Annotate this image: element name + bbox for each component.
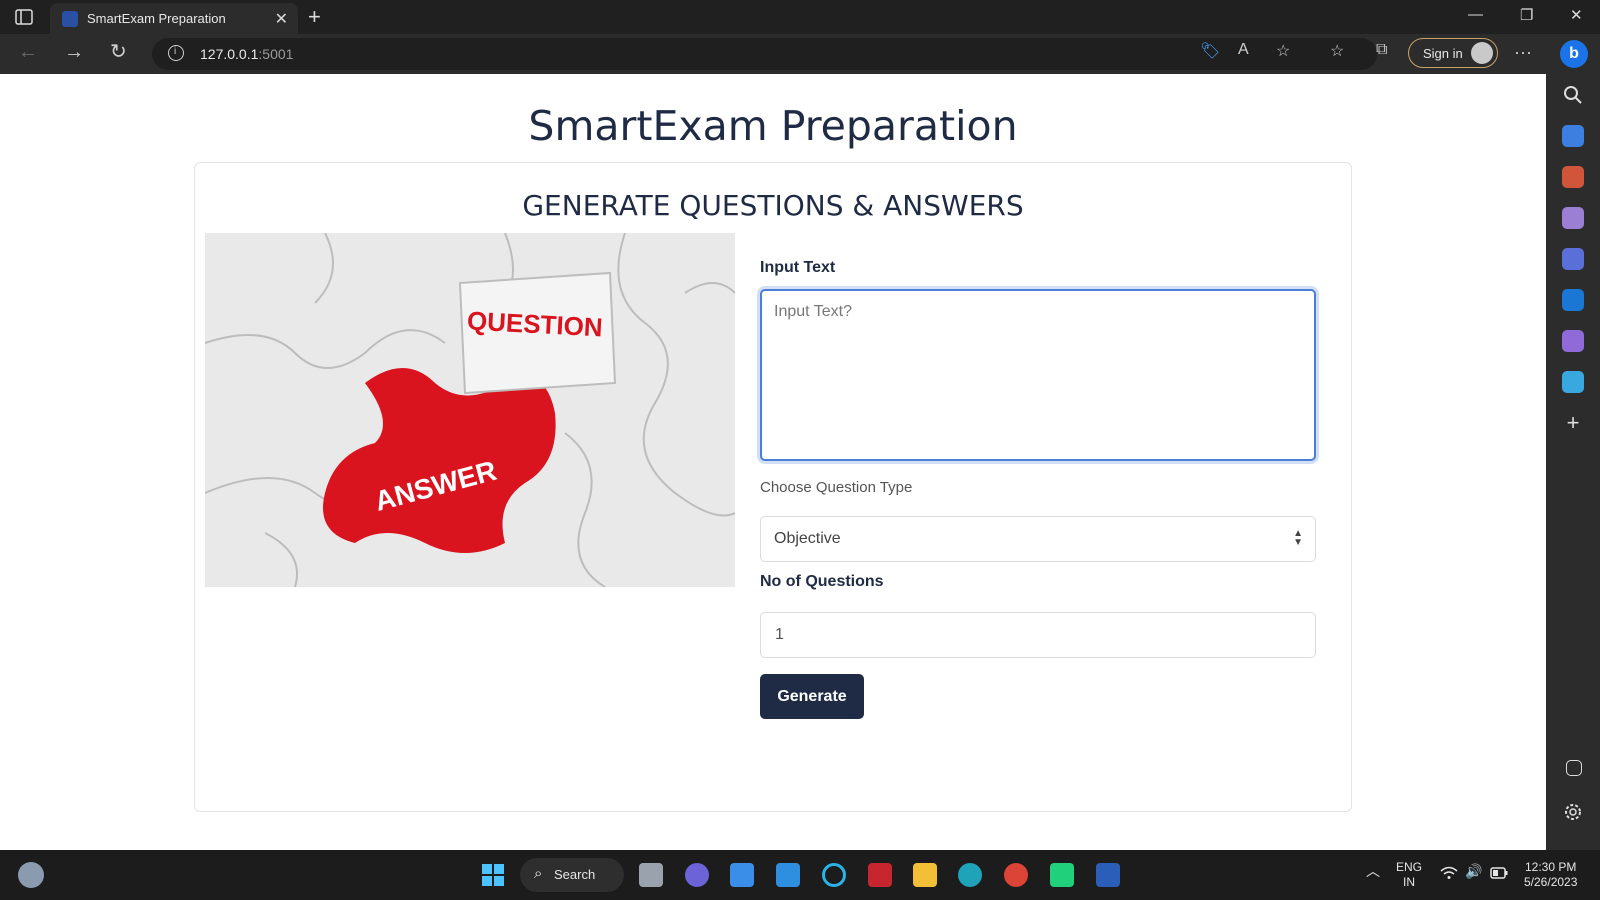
generate-button[interactable]: Generate (760, 674, 864, 719)
browser-sidebar: + (1546, 74, 1600, 850)
outlook-icon[interactable] (1562, 289, 1584, 311)
copilot-icon[interactable] (1562, 248, 1584, 270)
bing-copilot-icon[interactable]: b (1560, 40, 1588, 68)
back-button[interactable]: ← (18, 42, 38, 62)
refresh-button[interactable]: ↻ (110, 42, 127, 62)
toolbox-icon[interactable] (1562, 166, 1584, 188)
taskbar-search[interactable]: ⌕ Search (520, 858, 624, 892)
sign-in-label: Sign in (1423, 46, 1463, 61)
l-app-icon[interactable] (776, 863, 800, 887)
clock[interactable]: 12:30 PM 5/26/2023 (1524, 860, 1577, 890)
collections-icon[interactable]: ⧉ (1376, 41, 1387, 59)
question-type-select[interactable]: Objective ▲ ▼ (760, 516, 1316, 562)
input-text-area[interactable] (760, 289, 1316, 461)
battery-icon[interactable] (1490, 867, 1508, 883)
add-icon[interactable]: + (1562, 412, 1584, 434)
tag-icon[interactable] (1562, 125, 1584, 147)
page-title: SmartExam Preparation (528, 102, 1018, 150)
card-title: GENERATE QUESTIONS & ANSWERS (522, 189, 1024, 222)
settings-icon[interactable] (1562, 801, 1584, 823)
shopping-tag-icon[interactable]: 🏷 (1200, 41, 1220, 61)
site-favicon-icon (62, 11, 78, 27)
microsoft-store-icon[interactable] (730, 863, 754, 887)
page-content: SmartExam Preparation GENERATE QUESTIONS… (0, 74, 1546, 850)
read-aloud-icon[interactable]: A (1238, 41, 1249, 59)
browser-toolbar: ← → ↻ 127.0.0.1:5001 🏷 A ☆ ☆ ⧉ Sign in ·… (0, 34, 1600, 74)
clock-time: 12:30 PM (1525, 860, 1577, 874)
windows-taskbar: ⌕ Search ︿ ENG IN 🔊 12:30 PM 5/26/2023 (0, 850, 1600, 900)
minimize-button[interactable]: — (1468, 6, 1483, 23)
question-type-label: Choose Question Type (760, 479, 913, 496)
site-info-icon[interactable] (168, 45, 184, 61)
tab-title: SmartExam Preparation (87, 11, 226, 26)
favorites-icon[interactable]: ☆ (1330, 41, 1344, 61)
mcafee-icon[interactable] (868, 863, 892, 887)
taskbar-search-icon: ⌕ (534, 865, 543, 882)
search-icon[interactable] (1562, 84, 1584, 106)
new-tab-button[interactable]: + (308, 4, 321, 30)
volume-icon[interactable]: 🔊 (1465, 864, 1482, 879)
weather-icon[interactable] (18, 862, 44, 888)
address-bar[interactable]: 127.0.0.1:5001 (152, 38, 1377, 70)
browser-tab[interactable]: SmartExam Preparation ✕ (50, 3, 298, 34)
file-explorer-icon[interactable] (913, 863, 937, 887)
cortana-icon[interactable] (822, 863, 846, 887)
word-icon[interactable] (1096, 863, 1120, 887)
question-count-label: No of Questions (760, 573, 884, 590)
start-icon[interactable] (481, 863, 505, 887)
question-answer-image: QUESTION ANSWER (205, 233, 735, 587)
pycharm-icon[interactable] (1050, 863, 1074, 887)
send-icon[interactable] (1562, 371, 1584, 393)
url-text[interactable]: 127.0.0.1:5001 (200, 46, 293, 62)
language-indicator[interactable]: ENG IN (1396, 860, 1422, 890)
teams-chat-icon[interactable] (685, 863, 709, 887)
clock-date: 5/26/2023 (1524, 875, 1578, 889)
profile-avatar-icon (1471, 42, 1493, 64)
designer-icon[interactable] (1562, 330, 1584, 352)
taskbar-search-label: Search (554, 867, 596, 882)
restore-button[interactable]: ❐ (1520, 6, 1533, 24)
tab-actions-icon[interactable] (14, 7, 34, 27)
wifi-icon[interactable] (1440, 866, 1458, 884)
edge-icon[interactable] (958, 863, 982, 887)
input-text-label: Input Text (760, 259, 836, 276)
select-arrows-icon: ▲ ▼ (1293, 528, 1303, 548)
tab-close-icon[interactable]: ✕ (275, 9, 288, 29)
question-type-value: Objective (774, 530, 841, 547)
add-favorite-icon[interactable]: ☆ (1276, 41, 1290, 61)
region-code: IN (1403, 875, 1415, 889)
browser-titlebar: SmartExam Preparation ✕ + — ❐ ✕ (0, 0, 1600, 34)
generator-card: GENERATE QUESTIONS & ANSWERS QUESTION AN… (194, 162, 1352, 812)
show-hidden-icons-icon[interactable]: ︿ (1366, 864, 1380, 879)
split-screen-icon[interactable] (1566, 760, 1582, 776)
language-code: ENG (1396, 860, 1423, 874)
question-count-input[interactable] (760, 612, 1316, 658)
sign-in-button[interactable]: Sign in (1408, 38, 1498, 68)
close-window-button[interactable]: ✕ (1570, 6, 1583, 24)
task-view-icon[interactable] (639, 863, 663, 887)
chrome-icon[interactable] (1004, 863, 1028, 887)
more-options-icon[interactable]: ··· (1514, 42, 1532, 63)
forward-button[interactable]: → (64, 42, 84, 62)
games-icon[interactable] (1562, 207, 1584, 229)
